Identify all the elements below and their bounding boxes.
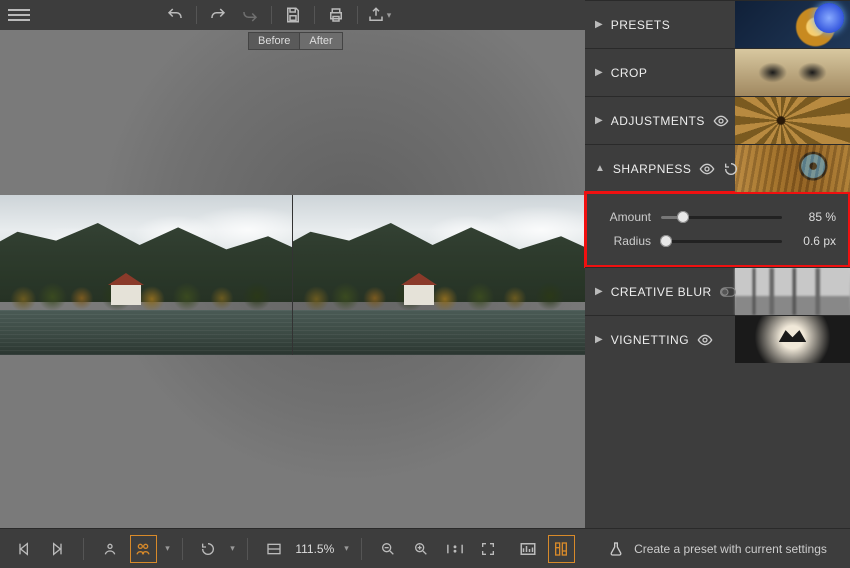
- editor-canvas[interactable]: [0, 30, 585, 528]
- one-to-one-icon: [445, 541, 465, 557]
- section-label: SHARPNESS: [613, 162, 692, 176]
- tab-before[interactable]: Before: [248, 32, 299, 50]
- print-icon: [327, 6, 345, 24]
- section-creative-blur[interactable]: ▶ CREATIVE BLUR: [585, 267, 850, 315]
- section-thumb: [735, 1, 850, 48]
- tab-after[interactable]: After: [299, 32, 342, 50]
- reset-button[interactable]: [723, 161, 739, 177]
- visibility-toggle[interactable]: [699, 161, 715, 177]
- prev-image-button[interactable]: [10, 535, 38, 563]
- radius-slider[interactable]: [661, 240, 782, 243]
- redo-button[interactable]: [205, 2, 231, 28]
- adjustments-toggle-button[interactable]: [548, 535, 576, 563]
- amount-slider[interactable]: [661, 216, 782, 219]
- slider-label: Radius: [599, 234, 651, 248]
- compare-tabs: Before After: [248, 32, 343, 50]
- skip-back-icon: [16, 541, 32, 557]
- section-crop[interactable]: ▶ CROP: [585, 48, 850, 96]
- after-pane: [292, 195, 585, 355]
- eye-icon: [699, 161, 715, 177]
- chevron-down-icon[interactable]: ▾: [344, 543, 349, 554]
- section-label: VIGNETTING: [611, 333, 689, 347]
- single-view-button[interactable]: [96, 535, 124, 563]
- export-button[interactable]: ▾: [366, 2, 392, 28]
- create-preset-label: Create a preset with current settings: [634, 542, 827, 556]
- histogram-button[interactable]: [514, 535, 542, 563]
- chevron-right-icon: ▶: [595, 67, 603, 78]
- section-label: CREATIVE BLUR: [611, 285, 712, 299]
- rotate-button[interactable]: [195, 535, 223, 563]
- reset-icon: [723, 161, 739, 177]
- chevron-down-icon: ▾: [387, 10, 392, 21]
- zoom-out-button[interactable]: [374, 535, 402, 563]
- zoom-out-icon: [380, 541, 396, 557]
- visibility-toggle-off[interactable]: [720, 284, 736, 300]
- fit-screen-button[interactable]: [260, 535, 288, 563]
- zoom-readout: 111.5%: [293, 542, 336, 556]
- redo-icon: [209, 6, 227, 24]
- next-image-button[interactable]: [44, 535, 72, 563]
- before-pane: [0, 195, 292, 355]
- skip-forward-icon: [49, 541, 65, 557]
- export-icon: [367, 6, 385, 24]
- zoom-in-button[interactable]: [407, 535, 435, 563]
- flask-icon: [608, 541, 624, 557]
- slider-thumb[interactable]: [677, 211, 689, 223]
- redo-alt-button: [237, 2, 263, 28]
- section-sharpness[interactable]: ▲ SHARPNESS: [585, 144, 850, 192]
- undo-icon: [166, 6, 184, 24]
- section-thumb: [735, 49, 850, 96]
- fullscreen-icon: [480, 541, 496, 557]
- section-thumb: [735, 268, 850, 315]
- slider-value: 85 %: [792, 210, 836, 224]
- chevron-down-icon[interactable]: ▾: [230, 543, 235, 554]
- visibility-toggle[interactable]: [713, 113, 729, 129]
- sharpness-controls: Amount 85 % Radius 0.6 px: [585, 192, 850, 267]
- rotate-icon: [200, 541, 216, 557]
- chevron-right-icon: ▶: [595, 334, 603, 345]
- section-label: ADJUSTMENTS: [611, 114, 705, 128]
- section-label: CROP: [611, 66, 648, 80]
- eye-icon: [697, 332, 713, 348]
- bottom-toolbar: ▾ ▾ 111.5% ▾: [0, 528, 585, 568]
- right-panel: ▶ PRESETS ▶ CROP ▶ ADJUSTMENTS ▲ SHARPNE…: [585, 0, 850, 568]
- save-icon: [284, 6, 302, 24]
- slider-label: Amount: [599, 210, 651, 224]
- histogram-icon: [519, 541, 537, 557]
- chevron-down-icon: ▲: [595, 163, 605, 174]
- zoom-1to1-button[interactable]: [441, 535, 469, 563]
- zoom-in-icon: [413, 541, 429, 557]
- eye-icon: [713, 113, 729, 129]
- chevron-right-icon: ▶: [595, 115, 603, 126]
- compare-view-button[interactable]: [130, 535, 158, 563]
- menu-button[interactable]: [8, 9, 30, 21]
- undo-button[interactable]: [162, 2, 188, 28]
- section-label: PRESETS: [611, 18, 671, 32]
- redo-alt-icon: [241, 6, 259, 24]
- slider-value: 0.6 px: [792, 234, 836, 248]
- section-thumb: [735, 316, 850, 363]
- eye-off-icon: [720, 285, 736, 299]
- chevron-down-icon[interactable]: ▾: [165, 543, 170, 554]
- visibility-toggle[interactable]: [697, 332, 713, 348]
- chevron-right-icon: ▶: [595, 286, 603, 297]
- save-button[interactable]: [280, 2, 306, 28]
- section-thumb: [735, 145, 850, 192]
- fullscreen-button[interactable]: [474, 535, 502, 563]
- section-thumb: [735, 97, 850, 144]
- amount-slider-row: Amount 85 %: [599, 205, 836, 229]
- radius-slider-row: Radius 0.6 px: [599, 229, 836, 253]
- slider-thumb[interactable]: [660, 235, 672, 247]
- compare-icon: [135, 541, 151, 557]
- person-icon: [102, 541, 118, 557]
- fit-icon: [266, 541, 282, 557]
- chevron-right-icon: ▶: [595, 19, 603, 30]
- section-presets[interactable]: ▶ PRESETS: [585, 0, 850, 48]
- sliders-icon: [553, 541, 569, 557]
- create-preset-button[interactable]: Create a preset with current settings: [585, 528, 850, 568]
- print-button[interactable]: [323, 2, 349, 28]
- section-adjustments[interactable]: ▶ ADJUSTMENTS: [585, 96, 850, 144]
- section-vignetting[interactable]: ▶ VIGNETTING: [585, 315, 850, 363]
